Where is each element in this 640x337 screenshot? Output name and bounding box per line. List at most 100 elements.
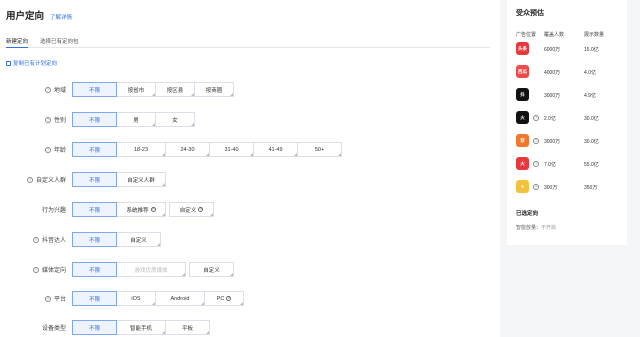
corner-marker-icon: [240, 302, 243, 305]
option-group: 不限 自定义人群: [72, 172, 166, 187]
option-button[interactable]: 41-49: [253, 142, 298, 157]
audience-title: 受众预估: [516, 10, 544, 17]
icon-text: 西瓜: [518, 68, 527, 74]
option-button[interactable]: 智能手机: [116, 320, 166, 335]
question-icon[interactable]: ?: [226, 296, 232, 301]
option-label: 女: [172, 117, 178, 124]
option-group: 不限 男 女: [72, 112, 195, 127]
option-button[interactable]: 不限: [72, 82, 117, 97]
row-label-text: 年龄: [53, 148, 66, 154]
xigua-icon: 西瓜: [516, 65, 529, 78]
option-label: 智能手机: [129, 325, 152, 332]
audience-row: 火? 2.0亿 30.0亿: [516, 111, 620, 124]
audience-shows: 55.0亿: [584, 161, 599, 168]
option-label: 24-30: [180, 146, 195, 153]
question-icon[interactable]: ?: [44, 295, 51, 302]
option-button[interactable]: 24-30: [165, 142, 210, 157]
question-icon[interactable]: ?: [198, 207, 204, 212]
option-button[interactable]: 男: [116, 112, 156, 127]
option-button[interactable]: 不限: [72, 320, 117, 335]
audience-panel: 受众预估 广告位置 覆盖人数 展示数量 头条 6000万 15.0亿 西瓜 4000万 4…: [507, 0, 627, 245]
audience-row: 穿? 3000万 30.0亿: [516, 134, 620, 147]
tab-bar: 新建定向 选择已有定向包: [6, 37, 490, 48]
page-title: 用户定向: [6, 11, 45, 22]
row-label-text: 设备类型: [41, 326, 66, 332]
tab-new-targeting[interactable]: 新建定向: [6, 37, 29, 48]
option-button[interactable]: 不限: [72, 112, 117, 127]
question-icon[interactable]: ?: [533, 183, 539, 190]
selected-title: 已选定向: [516, 211, 539, 217]
col-header-placement: 广告位置: [516, 32, 537, 38]
icon-text: 火: [520, 160, 525, 166]
option-button[interactable]: 50+: [297, 142, 342, 157]
option-button[interactable]: 系统推荐?: [116, 202, 166, 217]
copy-targeting-link[interactable]: 复制已有计划定向: [6, 59, 57, 67]
option-button[interactable]: 不限: [72, 202, 117, 217]
audience-row: ¥? 300万 350万: [516, 180, 620, 193]
option-button[interactable]: 不限: [72, 262, 117, 277]
audience-shows: 30.0亿: [584, 115, 599, 122]
option-button[interactable]: Android: [155, 291, 205, 306]
option-button[interactable]: 按省市: [116, 82, 156, 97]
option-button[interactable]: 按商圈: [194, 82, 234, 97]
option-button[interactable]: 不限: [72, 172, 117, 187]
option-label: 游戏优质媒体: [134, 267, 168, 274]
question-icon[interactable]: ?: [150, 207, 156, 212]
option-button[interactable]: iOS: [116, 291, 156, 306]
option-label: 自定义人群: [127, 177, 155, 184]
corner-marker-icon: [182, 273, 185, 276]
option-label: 不限: [88, 267, 100, 274]
option-label: 按商圈: [205, 87, 223, 94]
option-button[interactable]: 游戏优质媒体: [116, 262, 186, 277]
question-icon[interactable]: ?: [533, 137, 539, 144]
toutiao-icon: 头条: [516, 42, 529, 55]
corner-marker-icon: [191, 123, 194, 126]
option-button[interactable]: 平板: [165, 320, 210, 335]
option-button[interactable]: 不限: [72, 142, 117, 157]
option-button[interactable]: 18-23: [116, 142, 166, 157]
audience-row: 头条 6000万 15.0亿: [516, 42, 620, 55]
option-button[interactable]: 自定义?: [169, 202, 214, 217]
question-icon[interactable]: ?: [44, 146, 51, 153]
row-label: ? 地域: [0, 85, 66, 94]
option-label: 18-23: [133, 146, 149, 153]
audience-users: 2.0亿: [544, 115, 556, 122]
help-link[interactable]: 了解详情: [50, 13, 72, 21]
audience-users: 4000万: [544, 69, 561, 76]
corner-marker-icon: [210, 213, 213, 216]
audience-row: 火? 7.0亿 55.0亿: [516, 157, 620, 170]
question-icon[interactable]: ?: [32, 236, 39, 243]
option-button[interactable]: 自定义: [189, 262, 234, 277]
question-icon[interactable]: ?: [26, 176, 33, 183]
option-button[interactable]: 不限: [72, 232, 117, 247]
corner-marker-icon: [157, 243, 160, 246]
option-label: 不限: [88, 147, 100, 154]
col-header-users: 覆盖人数: [544, 32, 565, 38]
question-icon[interactable]: ?: [44, 116, 51, 123]
row-label-text: 平台: [53, 297, 66, 303]
row-label: ? 平台: [0, 294, 66, 303]
question-icon[interactable]: ?: [44, 86, 51, 93]
option-button[interactable]: 自定义: [116, 232, 161, 247]
corner-marker-icon: [230, 93, 233, 96]
audience-users: 7.0亿: [544, 161, 556, 168]
huoshan-icon: 火: [516, 157, 529, 170]
option-button[interactable]: 不限: [72, 291, 117, 306]
option-button[interactable]: 按区县: [155, 82, 195, 97]
option-button[interactable]: 自定义人群: [116, 172, 166, 187]
row-label-text: 地域: [53, 88, 66, 94]
option-label: 男: [133, 117, 139, 124]
option-button[interactable]: 女: [155, 112, 195, 127]
question-icon[interactable]: ?: [533, 114, 539, 121]
question-icon[interactable]: ?: [533, 160, 539, 167]
question-icon[interactable]: ?: [32, 266, 39, 273]
option-button[interactable]: 31-40: [209, 142, 254, 157]
option-button[interactable]: PC?: [204, 291, 244, 306]
tab-existing-package[interactable]: 选择已有定向包: [40, 37, 79, 48]
row-label-text: 行为兴趣: [41, 208, 66, 214]
icon-text: 火: [520, 114, 525, 120]
audience-shows: 15.0亿: [584, 46, 599, 53]
option-label: 不限: [88, 237, 100, 244]
row-label-text: 自定义人群: [35, 178, 66, 184]
option-label: 不限: [88, 117, 100, 124]
